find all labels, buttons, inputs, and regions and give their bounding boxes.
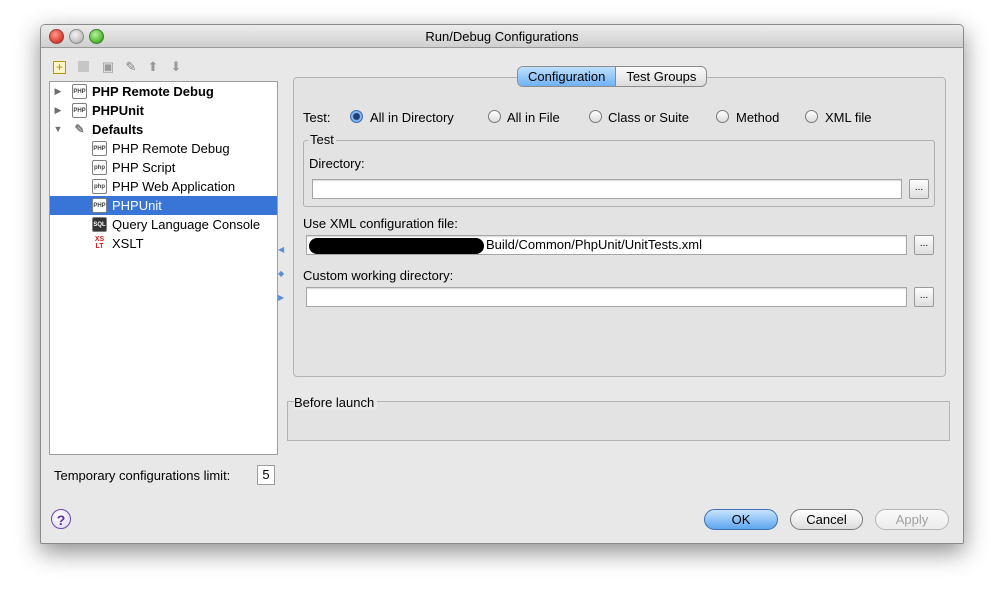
collapse-arrow-icon[interactable]: ▼: [53, 120, 63, 139]
arrow-down-icon[interactable]: ⬇: [168, 59, 184, 75]
xml-config-label: Use XML configuration file:: [303, 216, 458, 231]
xslt-icon: XS LT: [94, 236, 105, 250]
remove-icon[interactable]: [78, 61, 89, 72]
redacted-path: [309, 237, 484, 254]
tree-item-xslt[interactable]: XS LT XSLT: [50, 234, 277, 253]
tree-item-label: PHP Remote Debug: [112, 141, 230, 156]
tree-item-label: Query Language Console: [112, 217, 261, 232]
configurations-tree[interactable]: ▶ PHP PHP Remote Debug ▶ PHP PHPUnit ▼ ✎…: [49, 81, 278, 455]
php-web-application-icon: php: [92, 179, 107, 194]
expand-arrow-icon[interactable]: ▶: [53, 82, 63, 101]
expand-right-icon[interactable]: ▶: [278, 293, 284, 302]
help-button[interactable]: ?: [51, 509, 71, 529]
tree-item-default-php-remote-debug[interactable]: PHP PHP Remote Debug: [50, 139, 277, 158]
phpunit-icon: PHP: [72, 103, 87, 118]
run-debug-configurations-dialog: Run/Debug Configurations + ▣ ✎ ⬆ ⬇ ▶ PHP…: [40, 24, 964, 544]
copy-icon[interactable]: ▣: [100, 59, 116, 75]
tree-item-label: PHPUnit: [92, 103, 144, 118]
window-title: Run/Debug Configurations: [425, 29, 579, 44]
panel-splitter[interactable]: ◀ ◆ ▶: [278, 245, 284, 305]
tree-item-defaults[interactable]: ▼ ✎ Defaults: [50, 120, 277, 139]
cancel-button[interactable]: Cancel: [790, 509, 863, 530]
tree-item-label: PHP Web Application: [112, 179, 236, 194]
title-bar: Run/Debug Configurations: [41, 25, 963, 48]
browse-xml-config-button[interactable]: ...: [914, 235, 934, 255]
tree-item-label: Defaults: [92, 122, 144, 137]
config-tabs: Configuration Test Groups: [517, 66, 708, 87]
configuration-panel: Test: All in Directory All in File Class…: [293, 77, 946, 377]
arrow-up-icon[interactable]: ⬆: [145, 59, 161, 75]
tree-item-php-remote-debug-group[interactable]: ▶ PHP PHP Remote Debug: [50, 82, 277, 101]
radio-label-xml-file: XML file: [825, 110, 872, 125]
test-group-box: Test Directory: ...: [303, 132, 935, 207]
working-dir-label: Custom working directory:: [303, 268, 454, 283]
tree-item-query-language-console[interactable]: SQL Query Language Console: [50, 215, 277, 234]
tree-item-phpunit-group[interactable]: ▶ PHP PHPUnit: [50, 101, 277, 120]
radio-label-method: Method: [736, 110, 780, 125]
tree-item-label: PHP Remote Debug: [92, 84, 214, 99]
tab-test-groups[interactable]: Test Groups: [616, 67, 706, 86]
collapse-left-icon[interactable]: ◀: [278, 245, 284, 254]
add-icon[interactable]: +: [53, 61, 66, 74]
working-dir-field[interactable]: [306, 287, 907, 307]
xml-config-field[interactable]: Build/Common/PhpUnit/UnitTests.xml: [306, 235, 907, 255]
expand-arrow-icon[interactable]: ▶: [53, 101, 63, 120]
radio-method[interactable]: [716, 110, 729, 123]
query-language-console-icon: SQL: [92, 217, 107, 232]
radio-all-in-file[interactable]: [488, 110, 501, 123]
radio-class-or-suite[interactable]: [589, 110, 602, 123]
tree-item-label: XSLT: [112, 236, 144, 251]
resize-handle-icon[interactable]: ◆: [278, 269, 284, 278]
ok-button[interactable]: OK: [704, 509, 778, 530]
directory-label: Directory:: [309, 156, 365, 171]
tree-item-label: PHP Script: [112, 160, 176, 175]
tree-item-php-script[interactable]: php PHP Script: [50, 158, 277, 177]
phpunit-icon: PHP: [92, 198, 107, 213]
wrench-icon[interactable]: ✎: [123, 59, 139, 75]
radio-label-all-in-directory: All in Directory: [370, 110, 454, 125]
php-remote-debug-icon: PHP: [92, 141, 107, 156]
directory-field[interactable]: [312, 179, 902, 199]
before-launch-title: Before launch: [294, 395, 378, 410]
tree-item-label: PHPUnit: [112, 198, 162, 213]
tab-configuration[interactable]: Configuration: [518, 67, 617, 86]
apply-button[interactable]: Apply: [875, 509, 949, 530]
browse-working-dir-button[interactable]: ...: [914, 287, 934, 307]
temp-limit-label: Temporary configurations limit:: [54, 468, 231, 483]
test-label: Test:: [303, 110, 331, 125]
test-group-title: Test: [308, 132, 336, 147]
php-remote-debug-icon: PHP: [72, 84, 87, 99]
tree-item-php-web-application[interactable]: php PHP Web Application: [50, 177, 277, 196]
xml-config-value: Build/Common/PhpUnit/UnitTests.xml: [486, 237, 703, 252]
radio-label-class-or-suite: Class or Suite: [608, 110, 689, 125]
wrench-icon: ✎: [74, 122, 85, 136]
radio-xml-file[interactable]: [805, 110, 818, 123]
radio-all-in-directory[interactable]: [350, 110, 363, 123]
browse-directory-button[interactable]: ...: [909, 179, 929, 199]
tree-item-phpunit-default[interactable]: PHP PHPUnit: [50, 196, 277, 215]
before-launch-box: Before launch: [287, 395, 950, 441]
temp-limit-input[interactable]: 5: [257, 465, 275, 485]
radio-label-all-in-file: All in File: [507, 110, 560, 125]
php-script-icon: php: [92, 160, 107, 175]
